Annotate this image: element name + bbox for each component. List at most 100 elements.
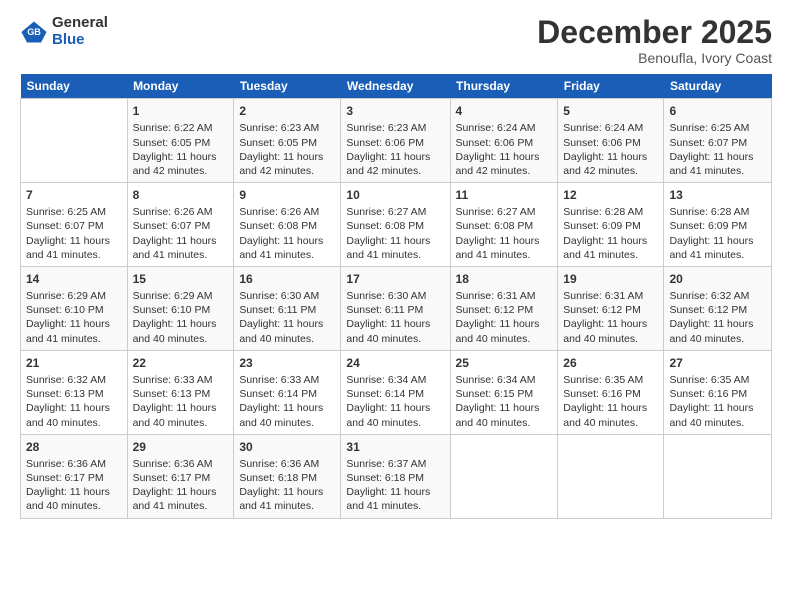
day-number: 23 [239,355,335,371]
day-number: 11 [456,187,553,203]
day-number: 15 [133,271,229,287]
cell-content: Sunrise: 6:23 AM Sunset: 6:05 PM Dayligh… [239,121,335,178]
cell-content: Sunrise: 6:31 AM Sunset: 6:12 PM Dayligh… [563,289,658,346]
calendar-cell: 30Sunrise: 6:36 AM Sunset: 6:18 PM Dayli… [234,434,341,518]
calendar-header-row: SundayMondayTuesdayWednesdayThursdayFrid… [21,74,772,99]
calendar-cell: 31Sunrise: 6:37 AM Sunset: 6:18 PM Dayli… [341,434,450,518]
cell-content: Sunrise: 6:26 AM Sunset: 6:08 PM Dayligh… [239,205,335,262]
day-number: 4 [456,103,553,119]
day-number: 30 [239,439,335,455]
cell-content: Sunrise: 6:33 AM Sunset: 6:13 PM Dayligh… [133,373,229,430]
calendar-week-3: 14 Sunrise: 6:29 AM Sunset: 6:10 PM Dayli… [21,266,772,350]
calendar-cell: 8 Sunrise: 6:26 AM Sunset: 6:07 PM Daylig… [127,183,234,267]
calendar-cell: 2 Sunrise: 6:23 AM Sunset: 6:05 PM Daylig… [234,99,341,183]
cell-content: Sunrise: 6:28 AM Sunset: 6:09 PM Dayligh… [669,205,766,262]
cell-content: Sunrise: 6:34 AM Sunset: 6:14 PM Dayligh… [346,373,444,430]
day-number: 29 [133,439,229,455]
day-number: 9 [239,187,335,203]
cell-content: Sunrise: 6:30 AM Sunset: 6:11 PM Dayligh… [346,289,444,346]
calendar-cell: 21 Sunrise: 6:32 AM Sunset: 6:13 PM Dayli… [21,350,128,434]
logo-general: General [52,14,108,31]
calendar-week-5: 28 Sunrise: 6:36 AM Sunset: 6:17 PM Dayli… [21,434,772,518]
day-header-thursday: Thursday [450,74,558,99]
cell-content: Sunrise: 6:31 AM Sunset: 6:12 PM Dayligh… [456,289,553,346]
logo-icon: GB [20,18,48,46]
calendar-cell: 25Sunrise: 6:34 AM Sunset: 6:15 PM Dayli… [450,350,558,434]
day-number: 7 [26,187,122,203]
cell-content: Sunrise: 6:29 AM Sunset: 6:10 PM Dayligh… [26,289,122,346]
cell-content: Sunrise: 6:32 AM Sunset: 6:13 PM Dayligh… [26,373,122,430]
cell-content: Sunrise: 6:37 AM Sunset: 6:18 PM Dayligh… [346,457,444,514]
cell-content: Sunrise: 6:35 AM Sunset: 6:16 PM Dayligh… [669,373,766,430]
cell-content: Sunrise: 6:36 AM Sunset: 6:17 PM Dayligh… [26,457,122,514]
day-number: 8 [133,187,229,203]
calendar-cell [558,434,664,518]
calendar-cell [664,434,772,518]
calendar-cell: 9 Sunrise: 6:26 AM Sunset: 6:08 PM Daylig… [234,183,341,267]
calendar-cell: 5Sunrise: 6:24 AM Sunset: 6:06 PM Daylig… [558,99,664,183]
calendar-cell [21,99,128,183]
calendar-table: SundayMondayTuesdayWednesdayThursdayFrid… [20,74,772,518]
calendar-cell: 28 Sunrise: 6:36 AM Sunset: 6:17 PM Dayli… [21,434,128,518]
cell-content: Sunrise: 6:29 AM Sunset: 6:10 PM Dayligh… [133,289,229,346]
cell-content: Sunrise: 6:24 AM Sunset: 6:06 PM Dayligh… [563,121,658,178]
day-number: 21 [26,355,122,371]
calendar-cell: 19 Sunrise: 6:31 AM Sunset: 6:12 PM Dayli… [558,266,664,350]
cell-content: Sunrise: 6:25 AM Sunset: 6:07 PM Dayligh… [669,121,766,178]
day-number: 18 [456,271,553,287]
day-number: 22 [133,355,229,371]
day-number: 28 [26,439,122,455]
month-title: December 2025 [537,15,772,50]
day-header-wednesday: Wednesday [341,74,450,99]
logo-text: General Blue [52,15,108,48]
day-number: 16 [239,271,335,287]
cell-content: Sunrise: 6:26 AM Sunset: 6:07 PM Dayligh… [133,205,229,262]
cell-content: Sunrise: 6:23 AM Sunset: 6:06 PM Dayligh… [346,121,444,178]
day-number: 19 [563,271,658,287]
day-number: 10 [346,187,444,203]
calendar-cell: 7Sunrise: 6:25 AM Sunset: 6:07 PM Daylig… [21,183,128,267]
calendar-cell: 12 Sunrise: 6:28 AM Sunset: 6:09 PM Dayli… [558,183,664,267]
calendar-cell: 10Sunrise: 6:27 AM Sunset: 6:08 PM Dayli… [341,183,450,267]
calendar-cell: 15 Sunrise: 6:29 AM Sunset: 6:10 PM Dayli… [127,266,234,350]
calendar-week-2: 7Sunrise: 6:25 AM Sunset: 6:07 PM Daylig… [21,183,772,267]
cell-content: Sunrise: 6:28 AM Sunset: 6:09 PM Dayligh… [563,205,658,262]
calendar-cell: 17 Sunrise: 6:30 AM Sunset: 6:11 PM Dayli… [341,266,450,350]
day-number: 17 [346,271,444,287]
day-number: 27 [669,355,766,371]
day-number: 13 [669,187,766,203]
cell-content: Sunrise: 6:24 AM Sunset: 6:06 PM Dayligh… [456,121,553,178]
calendar-cell: 24 Sunrise: 6:34 AM Sunset: 6:14 PM Dayli… [341,350,450,434]
day-number: 1 [133,103,229,119]
day-header-tuesday: Tuesday [234,74,341,99]
calendar-cell: 3 Sunrise: 6:23 AM Sunset: 6:06 PM Daylig… [341,99,450,183]
logo: GB General Blue [20,15,108,48]
day-number: 12 [563,187,658,203]
location-subtitle: Benoufla, Ivory Coast [537,50,772,66]
calendar-cell: 14 Sunrise: 6:29 AM Sunset: 6:10 PM Dayli… [21,266,128,350]
calendar-cell: 23 Sunrise: 6:33 AM Sunset: 6:14 PM Dayli… [234,350,341,434]
calendar-cell: 4 Sunrise: 6:24 AM Sunset: 6:06 PM Daylig… [450,99,558,183]
day-header-saturday: Saturday [664,74,772,99]
cell-content: Sunrise: 6:30 AM Sunset: 6:11 PM Dayligh… [239,289,335,346]
day-number: 6 [669,103,766,119]
day-header-sunday: Sunday [21,74,128,99]
calendar-cell: 18 Sunrise: 6:31 AM Sunset: 6:12 PM Dayli… [450,266,558,350]
day-number: 14 [26,271,122,287]
calendar-cell: 22 Sunrise: 6:33 AM Sunset: 6:13 PM Dayli… [127,350,234,434]
header: GB General Blue December 2025 Benoufla, … [20,15,772,66]
day-number: 3 [346,103,444,119]
svg-text:GB: GB [27,26,41,36]
day-number: 24 [346,355,444,371]
cell-content: Sunrise: 6:34 AM Sunset: 6:15 PM Dayligh… [456,373,553,430]
calendar-cell [450,434,558,518]
calendar-cell: 16 Sunrise: 6:30 AM Sunset: 6:11 PM Dayli… [234,266,341,350]
cell-content: Sunrise: 6:33 AM Sunset: 6:14 PM Dayligh… [239,373,335,430]
cell-content: Sunrise: 6:22 AM Sunset: 6:05 PM Dayligh… [133,121,229,178]
calendar-cell: 11Sunrise: 6:27 AM Sunset: 6:08 PM Dayli… [450,183,558,267]
day-number: 2 [239,103,335,119]
calendar-cell: 27 Sunrise: 6:35 AM Sunset: 6:16 PM Dayli… [664,350,772,434]
title-area: December 2025 Benoufla, Ivory Coast [537,15,772,66]
day-header-friday: Friday [558,74,664,99]
calendar-cell: 26Sunrise: 6:35 AM Sunset: 6:16 PM Dayli… [558,350,664,434]
